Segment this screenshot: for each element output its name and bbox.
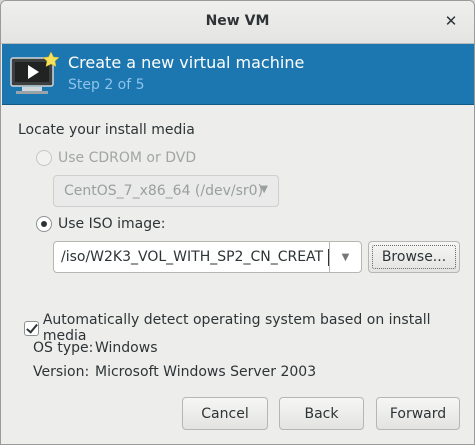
version-row: Version: Microsoft Windows Server 2003 bbox=[33, 364, 316, 380]
os-type-value: Windows bbox=[95, 340, 158, 356]
install-media-label: Locate your install media bbox=[18, 122, 195, 138]
version-key: Version: bbox=[33, 364, 90, 380]
iso-path-input[interactable]: /iso/W2K3_VOL_WITH_SP2_CN_CREAT bbox=[54, 242, 330, 272]
window-title: New VM bbox=[205, 13, 270, 29]
os-type-key: OS type: bbox=[33, 340, 94, 356]
browse-button[interactable]: Browse... bbox=[368, 241, 460, 273]
forward-button[interactable]: Forward bbox=[376, 397, 460, 430]
text-caret bbox=[328, 249, 329, 266]
cdrom-device-select[interactable]: CentOS_7_x86_64 (/dev/sr0) ▼ bbox=[53, 175, 279, 207]
cdrom-device-value: CentOS_7_x86_64 (/dev/sr0) bbox=[64, 183, 264, 199]
iso-path-combo[interactable]: /iso/W2K3_VOL_WITH_SP2_CN_CREAT ▼ bbox=[53, 241, 362, 273]
iso-radio[interactable] bbox=[36, 216, 52, 232]
os-type-row: OS type: Windows bbox=[33, 340, 158, 356]
virtual-machine-icon bbox=[10, 52, 60, 94]
iso-history-dropdown-icon[interactable]: ▼ bbox=[330, 252, 361, 263]
version-value: Microsoft Windows Server 2003 bbox=[95, 364, 317, 380]
dropdown-arrow-icon: ▼ bbox=[260, 184, 268, 195]
wizard-step: Step 2 of 5 bbox=[68, 77, 145, 93]
auto-detect-checkbox[interactable] bbox=[24, 320, 39, 336]
close-icon[interactable]: ✕ bbox=[440, 10, 462, 32]
cdrom-radio[interactable] bbox=[36, 150, 52, 166]
cancel-button[interactable]: Cancel bbox=[182, 397, 268, 430]
cdrom-radio-label: Use CDROM or DVD bbox=[58, 150, 197, 166]
back-button[interactable]: Back bbox=[279, 397, 364, 430]
cdrom-radio-row: Use CDROM or DVD bbox=[36, 150, 196, 166]
iso-radio-label: Use ISO image: bbox=[58, 216, 166, 232]
iso-path-value: /iso/W2K3_VOL_WITH_SP2_CN_CREAT bbox=[61, 249, 324, 265]
wizard-header: Create a new virtual machine Step 2 of 5 bbox=[2, 44, 474, 105]
new-vm-dialog: New VM ✕ Create a new virtual machine St… bbox=[0, 0, 475, 445]
iso-radio-row[interactable]: Use ISO image: bbox=[36, 216, 165, 232]
wizard-title: Create a new virtual machine bbox=[68, 53, 305, 72]
title-bar[interactable]: New VM ✕ bbox=[1, 1, 474, 44]
